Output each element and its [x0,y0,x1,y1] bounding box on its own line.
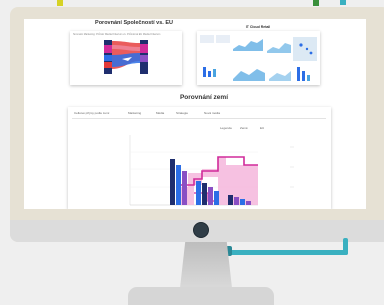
bar-mini-5 [302,71,305,81]
screen: Porovnání Společností vs. EU Srovnání Ma… [24,19,366,209]
map-dot-1 [299,43,303,47]
section-title-companies-vs-eu: Porovnání Společností vs. EU [95,20,173,26]
map-tile [293,37,317,61]
bar-2 [176,165,181,205]
section-title-it-cloud-retail: IT Cloud Retail [245,25,271,29]
bar-11 [246,201,251,205]
ribbon-bar-2b [140,44,148,53]
area-chart-4 [269,71,291,81]
map-dot-3 [309,51,313,55]
bar-mini-6 [307,75,310,81]
ribbon-bar-1c [104,55,112,61]
kpi-tile-1 [200,35,214,43]
ribbon-bar-1d [104,62,112,68]
bar-mini-4 [297,67,300,81]
card-companies-vs-eu[interactable]: Srovnání Marketing: Průměr Média Kriteri… [70,31,182,85]
area-chart-3 [233,69,265,81]
country-bar-chart [129,135,294,206]
decorative-green-line [313,0,319,6]
bar-5 [202,183,207,205]
card-country-comparison[interactable]: Celkové příjmy podle zemí Marketing Médi… [68,107,331,209]
dashboard-thumbnail [200,35,317,81]
section-title-country-comparison: Porovnání zemí [179,94,229,101]
bar-9 [234,197,239,205]
bar-3 [182,171,187,205]
monitor-camera-icon [193,222,209,238]
teal-cable-horizontal [228,250,348,255]
bar-mini-3 [213,69,216,77]
area-chart-2 [267,43,291,53]
decorative-teal-line-top [340,0,346,5]
teal-cable-vertical [343,238,348,255]
bar-mini-2 [208,71,211,77]
bar-8 [228,195,233,205]
monitor-stand-neck [180,242,232,288]
map-dot-2 [305,47,309,51]
bar-mini-1 [203,67,206,77]
area-chart-1 [233,39,263,51]
monitor-stand-base [128,287,274,305]
bar-6 [208,187,213,205]
ribbon-bar-2c [140,55,148,62]
ribbon-chart [104,40,148,74]
bar-4 [196,181,201,205]
bar-10 [240,199,245,205]
bar-1 [170,159,175,205]
card-it-cloud-retail[interactable] [197,31,320,85]
bar-7 [214,191,219,205]
decorative-yellow-line [57,0,63,6]
kpi-tile-2 [216,35,230,43]
ribbon-bar-1b [104,45,112,53]
